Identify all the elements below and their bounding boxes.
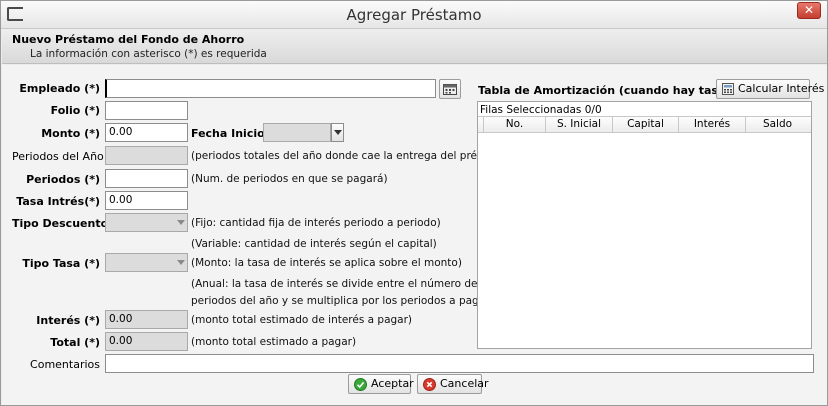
tipo-tasa-hint-monto: (Monto: la tasa de interés se aplica sob…	[191, 257, 462, 269]
dialog-window: Agregar Préstamo ✕ Nuevo Préstamo del Fo…	[0, 0, 828, 406]
tipo-tasa-hint-anual-1: (Anual: la tasa de interés se divide ent…	[191, 278, 478, 290]
empleado-input[interactable]	[105, 79, 436, 98]
window-title: Agregar Préstamo	[346, 6, 482, 24]
periodos-anio-input	[105, 146, 188, 165]
form-title: Nuevo Préstamo del Fondo de Ahorro	[12, 33, 245, 46]
column-header-saldo[interactable]: Saldo	[746, 117, 809, 132]
cancel-circle-icon	[423, 377, 436, 391]
chevron-down-icon	[177, 220, 185, 225]
monto-input[interactable]: 0.00	[105, 123, 188, 142]
periodos-anio-label: Periodos del Año	[12, 150, 104, 163]
empleado-label: Empleado (*)	[19, 82, 100, 95]
folio-label: Folio (*)	[50, 104, 100, 117]
fecha-inicio-dropdown-button[interactable]	[331, 123, 344, 142]
amortization-table-header: No. S. Inicial Capital Interés Saldo	[478, 116, 811, 133]
cancelar-button[interactable]: Cancelar	[417, 374, 489, 394]
periodos-hint: (Num. de periodos en que se pagará)	[191, 173, 388, 185]
interes-hint: (monto total estimado de interés a pagar…	[191, 314, 413, 326]
chevron-down-icon	[177, 260, 185, 265]
total-hint: (monto total estimado a pagar)	[191, 336, 357, 348]
cancelar-label: Cancelar	[440, 377, 489, 390]
tipo-tasa-label: Tipo Tasa (*)	[22, 257, 100, 270]
title-bar[interactable]: Agregar Préstamo ✕	[1, 1, 827, 29]
fecha-inicio-input[interactable]	[263, 123, 331, 142]
form-content: Empleado (*) Folio (*) Monto (*) 0.00 Fe…	[2, 65, 827, 405]
check-circle-icon	[354, 377, 367, 391]
periodos-label: Periodos (*)	[26, 173, 100, 186]
aceptar-label: Aceptar	[371, 377, 414, 390]
tipo-descuento-select[interactable]	[105, 213, 188, 232]
calcular-interes-button[interactable]: Calcular Interés	[716, 79, 824, 99]
calculator-icon	[722, 83, 734, 95]
form-header: Nuevo Préstamo del Fondo de Ahorro La in…	[2, 30, 827, 64]
tasa-label: Tasa Intrés(*)	[16, 195, 100, 208]
column-header-interes[interactable]: Interés	[679, 117, 746, 132]
tasa-input[interactable]: 0.00	[105, 191, 188, 210]
monto-label: Monto (*)	[41, 127, 100, 140]
interes-input: 0.00	[105, 310, 188, 329]
aceptar-button[interactable]: Aceptar	[348, 374, 414, 394]
close-button[interactable]: ✕	[797, 2, 821, 19]
column-header-no[interactable]: No.	[484, 117, 546, 132]
form-subtitle: La información con asterisco (*) es requ…	[30, 48, 267, 60]
amortization-table[interactable]: Filas Seleccionadas 0/0 No. S. Inicial C…	[477, 101, 812, 349]
tipo-descuento-hint-variable: (Variable: cantidad de interés según el …	[191, 238, 437, 250]
total-input: 0.00	[105, 332, 188, 351]
calendar-icon	[443, 84, 457, 95]
tipo-descuento-label: Tipo Descuento (*)	[12, 217, 128, 230]
total-label: Total (*)	[50, 336, 100, 349]
comentarios-input[interactable]	[105, 354, 814, 373]
comentarios-label: Comentarios	[30, 358, 100, 371]
empleado-search-button[interactable]	[439, 79, 461, 99]
tipo-tasa-select[interactable]	[105, 253, 188, 272]
selected-rows-count: Filas Seleccionadas 0/0	[480, 104, 602, 116]
folio-input[interactable]	[105, 101, 188, 120]
column-header-saldo-inicial[interactable]: S. Inicial	[546, 117, 613, 132]
interes-label: Interés (*)	[36, 314, 100, 327]
calcular-interes-label: Calcular Interés	[738, 82, 825, 95]
tipo-tasa-hint-anual-2: periodos del año y se multiplica por los…	[191, 295, 494, 307]
tipo-descuento-hint-fijo: (Fijo: cantidad fija de interés periodo …	[191, 217, 441, 229]
periodos-input[interactable]	[105, 169, 188, 188]
periodos-anio-hint: (periodos totales del año donde cae la e…	[191, 150, 514, 162]
column-header-capital[interactable]: Capital	[613, 117, 679, 132]
